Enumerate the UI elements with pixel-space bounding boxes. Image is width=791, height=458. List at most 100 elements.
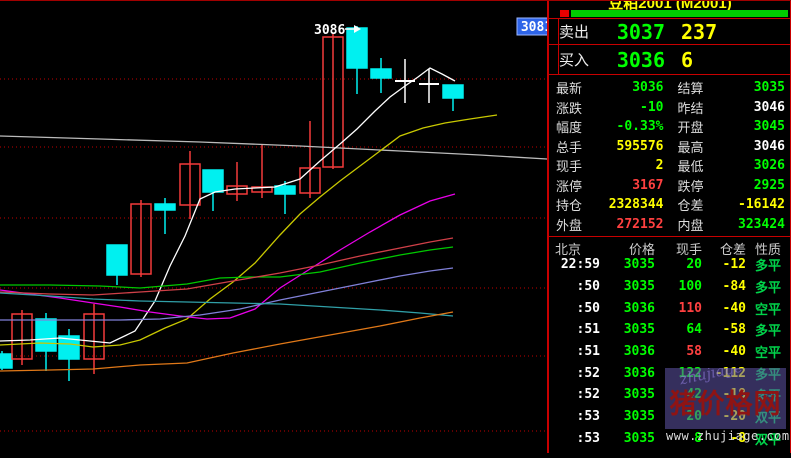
info-row: 涨停3167跌停2925 [549, 176, 791, 196]
info-value: 3026 [730, 158, 786, 173]
tick-oi-change: -40 [702, 301, 746, 316]
kline-chart[interactable]: 3086 3081 [0, 1, 547, 453]
progress-marker [560, 10, 569, 17]
info-value: 595576 [608, 139, 664, 154]
tick-oi-change: -12 [702, 257, 746, 272]
tick-nature: 多平 [746, 277, 791, 296]
candlestick-chart-canvas[interactable]: 3086 3081 [0, 1, 547, 453]
info-label: 内盘 [678, 215, 730, 234]
ask-label: 卖出 [559, 21, 603, 42]
bid-price: 3036 [603, 48, 665, 72]
tick-row: 22:59303520-12多平 [549, 254, 791, 276]
tick-row: :51303564-58多平 [549, 319, 791, 341]
tick-time: :53 [553, 431, 600, 446]
info-value: 272152 [608, 217, 664, 232]
info-label: 仓差 [678, 195, 730, 214]
tick-row: :503035100-84多平 [549, 276, 791, 298]
info-value: 323424 [730, 217, 786, 232]
info-value: 3045 [730, 119, 786, 134]
tick-oi-change: -58 [702, 322, 746, 337]
separator [549, 74, 791, 75]
info-value: -16142 [730, 197, 786, 212]
ma-white [0, 68, 455, 343]
high-price-label: 3086 [314, 23, 345, 38]
info-value: 3046 [730, 139, 786, 154]
info-label: 持仓 [556, 195, 608, 214]
info-label: 涨跌 [556, 98, 608, 117]
info-row: 持仓2328344 仓差-16142 [549, 195, 791, 215]
tick-time: :52 [553, 366, 600, 381]
ask-qty: 237 [681, 20, 717, 44]
price-tag-label: 3081 [521, 20, 547, 35]
progress-bar [571, 10, 788, 17]
bid-label: 买入 [559, 49, 603, 70]
tick-volume: 64 [655, 322, 702, 337]
tick-nature: 空平 [746, 299, 791, 318]
candle-body [443, 85, 463, 98]
tick-oi-change: -84 [702, 279, 746, 294]
info-label: 结算 [678, 78, 730, 97]
candle-body [155, 204, 175, 210]
ask-price: 3037 [603, 20, 665, 44]
quote-panel: 豆粕2001 (M2001) 卖出 3037 237 买入 3036 6 最新3… [549, 1, 791, 453]
info-row: 幅度-0.33% 开盘3045 [549, 117, 791, 137]
candle-body [371, 69, 391, 78]
candle-body [275, 186, 295, 194]
info-row: 外盘272152 内盘323424 [549, 215, 791, 235]
ma-teal [0, 293, 453, 316]
info-row: 现手2最低3026 [549, 156, 791, 176]
tick-price: 3035 [600, 279, 655, 294]
tick-time: :52 [553, 387, 600, 402]
info-value: 2 [608, 158, 664, 173]
tick-price: 3035 [600, 387, 655, 402]
info-label: 昨结 [678, 98, 730, 117]
info-row: 最新3036 结算3035 [549, 78, 791, 98]
info-label: 跌停 [678, 176, 730, 195]
tick-time: :50 [553, 301, 600, 316]
tick-nature: 空平 [746, 342, 791, 361]
candle-body [36, 319, 56, 351]
tick-price: 3035 [600, 322, 655, 337]
separator [549, 236, 791, 237]
info-label: 最新 [556, 78, 608, 97]
info-value: 3046 [730, 100, 786, 115]
candle-body [0, 354, 12, 368]
candle-body [107, 245, 127, 275]
info-row: 总手595576最高3046 [549, 137, 791, 157]
session-progress [549, 10, 791, 17]
info-label: 最低 [678, 156, 730, 175]
tick-volume: 20 [655, 257, 702, 272]
tick-time: :51 [553, 322, 600, 337]
info-value: 3036 [608, 80, 664, 95]
info-label: 幅度 [556, 117, 608, 136]
tick-price: 3036 [600, 301, 655, 316]
ask-row: 卖出 3037 237 [559, 19, 789, 44]
bid-qty: 6 [681, 48, 693, 72]
watermark-box: zhujiage 猪价格网 [665, 368, 786, 429]
info-label: 总手 [556, 137, 608, 156]
tick-nature: 多平 [746, 255, 791, 274]
info-value: 3035 [730, 80, 786, 95]
tick-time: 22:59 [553, 257, 600, 272]
tick-row: :51303658-40空平 [549, 341, 791, 363]
info-value: -0.33% [608, 119, 664, 134]
candle-body [347, 28, 367, 68]
tick-price: 3035 [600, 431, 655, 446]
tick-price: 3036 [600, 366, 655, 381]
watermark-url: www.zhujiage.com.cn [666, 429, 791, 443]
ma-yellow [0, 115, 497, 347]
tick-price: 3036 [600, 344, 655, 359]
tick-time: :51 [553, 344, 600, 359]
tick-row: :503036110-40空平 [549, 297, 791, 319]
watermark-text: 猪价格网 [665, 382, 786, 421]
quote-info-grid: 最新3036结算3035涨跌-10昨结3046幅度-0.33%开盘3045总手5… [549, 78, 791, 234]
tick-time: :53 [553, 409, 600, 424]
ma-magenta [0, 194, 455, 319]
info-value: 2328344 [608, 197, 664, 212]
info-label: 外盘 [556, 215, 608, 234]
tick-nature: 多平 [746, 320, 791, 339]
tick-oi-change: -40 [702, 344, 746, 359]
tick-volume: 58 [655, 344, 702, 359]
tick-volume: 110 [655, 301, 702, 316]
info-label: 开盘 [678, 117, 730, 136]
